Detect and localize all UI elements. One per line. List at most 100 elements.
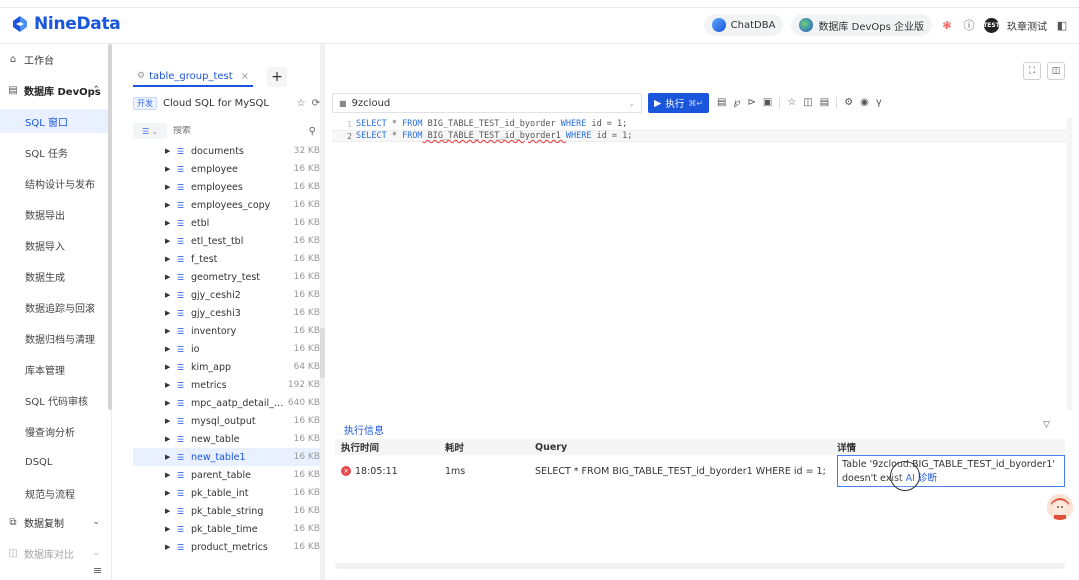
caret-right-icon[interactable]: ▶ <box>165 183 173 191</box>
caret-right-icon[interactable]: ▶ <box>165 399 173 407</box>
table-row[interactable]: ▶ ☰ employee 16 KB <box>133 160 322 178</box>
caret-right-icon[interactable]: ▶ <box>165 273 173 281</box>
nav-item-data-archive[interactable]: 数据归档与清理 <box>0 326 110 350</box>
star-icon[interactable]: ☆ <box>787 97 796 109</box>
nav-item-version-mgmt[interactable]: 库本管理 <box>0 357 110 381</box>
image-icon[interactable]: ▣ <box>763 97 772 109</box>
caret-right-icon[interactable]: ▶ <box>165 309 173 317</box>
chatdba-button[interactable]: ChatDBA <box>703 14 784 36</box>
table-row[interactable]: ▶ ☰ metrics 192 KB <box>133 376 322 394</box>
table-row[interactable]: ▶ ☰ documents 32 KB <box>133 142 322 160</box>
caret-right-icon[interactable]: ▶ <box>165 147 173 155</box>
nav-item-sql-window[interactable]: SQL 窗口 <box>0 109 110 133</box>
table-row[interactable]: ▶ ☰ pk_table_string 16 KB <box>133 502 322 520</box>
table-row[interactable]: ▶ ☰ product_metrics 16 KB <box>133 538 322 556</box>
bell-icon[interactable]: ❃ <box>940 19 954 32</box>
tree-scrollbar-thumb[interactable] <box>320 328 325 378</box>
help-icon[interactable]: ⓘ <box>962 17 976 33</box>
caret-right-icon[interactable]: ▶ <box>165 471 173 479</box>
nav-group-compare[interactable]: ◫ 数据库对比 ⌄ <box>0 541 110 565</box>
table-row[interactable]: ▶ ☰ employees_copy 16 KB <box>133 196 322 214</box>
table-row[interactable]: ▶ ☰ gjy_ceshi2 16 KB <box>133 286 322 304</box>
caret-right-icon[interactable]: ▶ <box>165 453 173 461</box>
caret-right-icon[interactable]: ▶ <box>165 219 173 227</box>
caret-right-icon[interactable]: ▶ <box>165 489 173 497</box>
object-type-select[interactable]: ☰ ⌄ <box>133 123 167 139</box>
panel-layout-icon[interactable]: ◫ <box>1047 62 1065 80</box>
nav-workbench[interactable]: ⌂ 工作台 <box>0 47 110 71</box>
caret-right-icon[interactable]: ▶ <box>165 327 173 335</box>
table-row[interactable]: ▶ ☰ mysql_output 16 KB <box>133 412 322 430</box>
table-row[interactable]: ▶ ☰ f_test 16 KB <box>133 250 322 268</box>
table-row[interactable]: ▶ ☰ kim_app 64 KB <box>133 358 322 376</box>
database-selector[interactable]: 开发 Cloud SQL for MySQL ☆ ⟳ <box>133 94 320 112</box>
table-row[interactable]: ▶ ☰ employees 16 KB <box>133 178 322 196</box>
close-icon[interactable]: × <box>241 71 249 82</box>
table-row[interactable]: ▶ ☰ etbl 16 KB <box>133 214 322 232</box>
devops-edition-button[interactable]: 数据库 DevOps 企业版 <box>791 14 932 36</box>
layout-toggle-icon[interactable]: ◧ <box>1055 19 1069 32</box>
table-search-input[interactable] <box>173 126 293 136</box>
sql-editor[interactable]: 1 SELECT * FROM BIG_TABLE_TEST_id_byorde… <box>332 118 1067 410</box>
shield-icon[interactable]: ◉ <box>860 97 869 109</box>
caret-right-icon[interactable]: ▶ <box>165 525 173 533</box>
nav-item-sql-review[interactable]: SQL 代码审核 <box>0 388 110 412</box>
nav-item-data-generate[interactable]: 数据生成 <box>0 264 110 288</box>
caret-right-icon[interactable]: ▶ <box>165 345 173 353</box>
app-logo[interactable]: NineData <box>10 14 121 34</box>
assistant-avatar-icon[interactable] <box>1047 494 1073 520</box>
refresh-icon[interactable]: ⟳ <box>312 98 320 109</box>
nav-item-dsql[interactable]: DSQL <box>0 450 110 474</box>
datasource-select[interactable]: ■ 9zcloud ⌄ <box>332 93 642 113</box>
result-detail-cell[interactable]: Table '9zcloud.BIG_TABLE_TEST_id_byorder… <box>837 455 1065 487</box>
tab-table-group-test[interactable]: ⚙ table_group_test × <box>133 67 254 87</box>
save-icon[interactable]: ◫ <box>803 97 812 109</box>
caret-right-icon[interactable]: ▶ <box>165 255 173 263</box>
nav-group-replication[interactable]: ⧉ 数据复制 ⌄ <box>0 510 110 534</box>
caret-right-icon[interactable]: ▶ <box>165 165 173 173</box>
caret-right-icon[interactable]: ▶ <box>165 543 173 551</box>
collapse-icon[interactable]: ▽ <box>1043 420 1050 430</box>
table-row[interactable]: ▶ ☰ pk_table_time 16 KB <box>133 520 322 538</box>
add-tab-button[interactable]: + <box>267 67 288 87</box>
nav-scrollbar[interactable] <box>108 44 112 410</box>
result-scrollbar[interactable] <box>335 563 1065 569</box>
share-icon[interactable]: ⊳ <box>747 97 755 109</box>
caret-right-icon[interactable]: ▶ <box>165 201 173 209</box>
explain-icon[interactable]: ▤ <box>717 97 726 109</box>
table-row[interactable]: ▶ ☰ etl_test_tbl 16 KB <box>133 232 322 250</box>
run-button[interactable]: ▶ 执行 ⌘↵ <box>648 93 710 113</box>
table-row[interactable]: ▶ ☰ geometry_test 16 KB <box>133 268 322 286</box>
caret-right-icon[interactable]: ▶ <box>165 381 173 389</box>
nav-item-rules[interactable]: 规范与流程 <box>0 481 110 505</box>
user-avatar[interactable]: TEST <box>983 17 1000 33</box>
table-row[interactable]: ▶ ☰ gjy_ceshi3 16 KB <box>133 304 322 322</box>
search-icon[interactable]: ⚲ <box>309 126 316 137</box>
history-icon[interactable]: ▤ <box>820 97 829 109</box>
caret-right-icon[interactable]: ▶ <box>165 417 173 425</box>
settings-icon[interactable]: ⚙ <box>844 97 853 109</box>
table-row[interactable]: ▶ ☰ mpc_aatp_detail_his...640 KB <box>133 394 322 412</box>
nav-item-data-import[interactable]: 数据导入 <box>0 233 110 257</box>
format-icon[interactable]: ℘ <box>733 97 740 109</box>
table-row[interactable]: ▶ ☰ pk_table_int 16 KB <box>133 484 322 502</box>
collapse-menu-icon[interactable]: ≡ <box>93 564 102 577</box>
nav-item-schema-design[interactable]: 结构设计与发布 <box>0 171 110 195</box>
nav-item-sql-task[interactable]: SQL 任务 <box>0 140 110 164</box>
table-row[interactable]: ▶ ☰ io 16 KB <box>133 340 322 358</box>
editor-scrollbar[interactable] <box>1067 118 1072 410</box>
nav-item-slow-query[interactable]: 慢查询分析 <box>0 419 110 443</box>
caret-right-icon[interactable]: ▶ <box>165 237 173 245</box>
table-row-selected[interactable]: ▶ ☰ new_table1 16 KB <box>133 448 322 466</box>
nav-item-data-tracking[interactable]: 数据追踪与回滚 <box>0 295 110 319</box>
tree-scrollbar-track[interactable] <box>320 44 325 580</box>
table-row[interactable]: ▶ ☰ parent_table 16 KB <box>133 466 322 484</box>
fullscreen-icon[interactable]: ⛶ <box>1023 62 1041 80</box>
table-row[interactable]: ▶ ☰ inventory 16 KB <box>133 322 322 340</box>
caret-right-icon[interactable]: ▶ <box>165 435 173 443</box>
user-name[interactable]: 玖章测试 <box>1007 18 1047 33</box>
caret-right-icon[interactable]: ▶ <box>165 363 173 371</box>
caret-right-icon[interactable]: ▶ <box>165 291 173 299</box>
nav-group-devops[interactable]: ▤ 数据库 DevOps ⌃ <box>0 78 110 102</box>
star-icon[interactable]: ☆ <box>297 98 306 109</box>
